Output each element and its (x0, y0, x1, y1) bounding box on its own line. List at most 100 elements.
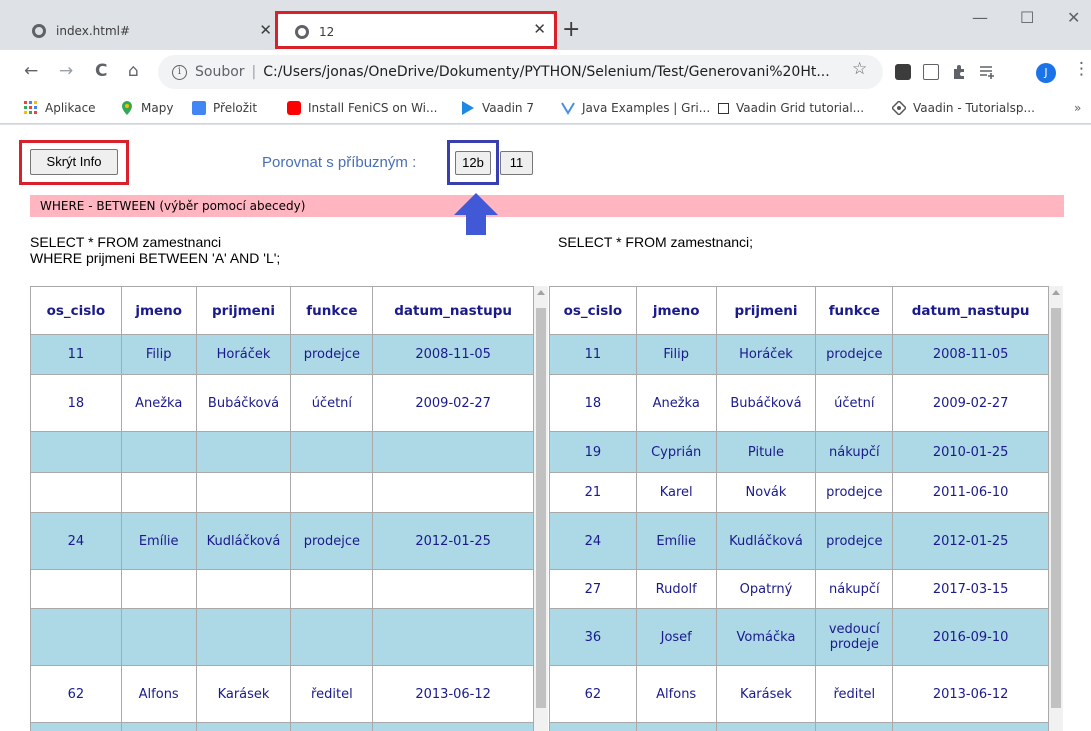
table-cell-prijmeni (715, 722, 817, 731)
table-cell-jmeno: Josef (635, 608, 717, 666)
minimize-button[interactable]: — (972, 8, 988, 27)
bookmark-item[interactable]: Java Examples | Gri... (561, 101, 710, 115)
scroll-up-icon[interactable] (537, 290, 545, 295)
puzzle-icon[interactable] (951, 64, 967, 80)
left-table: os_cislo jmeno prijmeni funkce datum_nas… (30, 286, 534, 731)
menu-icon[interactable]: ⋮ (1073, 60, 1090, 78)
reading-list-icon[interactable] (979, 64, 995, 80)
table-cell-prijmeni: Vomáčka (715, 608, 817, 666)
table-row: 24 Emílie Kudláčková prodejce 2012-01-25 (549, 512, 1049, 570)
left-scrollbar[interactable] (534, 286, 548, 731)
table-row: 18 Anežka Bubáčková účetní 2009-02-27 (30, 374, 534, 432)
star-icon[interactable]: ☆ (852, 60, 867, 78)
table-cell-prijmeni: Bubáčková (195, 374, 292, 432)
info-icon[interactable]: i (172, 64, 187, 80)
table-row: 62 Alfons Karásek ředitel 2013-06-12 (549, 665, 1049, 723)
table-cell-os_cislo (30, 472, 122, 513)
table-cell-os_cislo: 21 (549, 472, 637, 513)
avatar[interactable]: J (1036, 63, 1056, 83)
table-cell-jmeno (120, 472, 197, 513)
table-cell-jmeno: Karel (635, 472, 717, 513)
forward-icon[interactable]: → (59, 62, 73, 80)
active-tab-highlight (275, 11, 557, 49)
bookmark-item[interactable]: Aplikace (24, 101, 96, 115)
bookmark-label: Aplikace (45, 101, 96, 115)
table-cell-prijmeni: Horáček (195, 334, 292, 375)
toolbar: ← → C ⌂ i Soubor | C:/Users/jonas/OneDri… (0, 50, 1091, 94)
scroll-thumb[interactable] (536, 308, 546, 708)
table-cell-prijmeni: Kudláčková (715, 512, 817, 570)
column-header: prijmeni (715, 286, 817, 335)
table-cell-os_cislo: 27 (549, 569, 637, 609)
table-row (30, 431, 534, 473)
table-cell-funkce: vedoucí prodeje (815, 608, 894, 666)
bookmark-item[interactable]: Mapy (120, 101, 173, 115)
close-tab-icon[interactable]: ✕ (259, 22, 272, 38)
scroll-thumb[interactable] (1051, 308, 1061, 708)
home-icon[interactable]: ⌂ (128, 62, 139, 80)
bookmark-item[interactable]: Install FeniCS on Wi... (287, 101, 437, 115)
new-tab-button[interactable]: + (562, 18, 580, 42)
extension-icon[interactable] (895, 64, 911, 80)
window-close-button[interactable]: ✕ (1067, 8, 1080, 27)
table-cell-datum_nastupu (372, 431, 534, 473)
table-cell-datum_nastupu (372, 608, 534, 666)
table-cell-datum_nastupu: 2009-02-27 (372, 374, 534, 432)
address-bar[interactable]: i Soubor | C:/Users/jonas/OneDrive/Dokum… (158, 55, 883, 89)
table-cell-funkce: prodejce (815, 472, 894, 513)
bookmark-item[interactable]: Vaadin 7 (461, 101, 534, 115)
bookmark-item[interactable]: Přeložit (192, 101, 257, 115)
table-cell-datum_nastupu: 2013-06-12 (372, 665, 534, 723)
arrow-up-icon (454, 193, 498, 235)
bookmark-item[interactable]: Vaadin Grid tutorial... (718, 101, 864, 115)
table-cell-datum_nastupu (372, 472, 534, 513)
table-cell-prijmeni: Opatrný (715, 569, 817, 609)
java-examples-icon (561, 101, 575, 115)
right-table-container[interactable]: os_cislo jmeno prijmeni funkce datum_nas… (549, 286, 1064, 731)
compare-label: Porovnat s příbuzným : (262, 154, 417, 171)
table-cell-os_cislo (30, 431, 122, 473)
table-cell-prijmeni: Kudláčková (195, 512, 292, 570)
table-row: 11 Filip Horáček prodejce 2008-11-05 (30, 334, 534, 375)
table-cell-prijmeni: Karásek (715, 665, 817, 723)
bookmarks-bar: Aplikace Mapy Přeložit Install FeniCS on… (0, 94, 1091, 124)
table-cell-prijmeni: Pitule (715, 431, 817, 473)
table-cell-jmeno: Filip (635, 334, 717, 375)
table-cell-jmeno: Filip (120, 334, 197, 375)
column-header: jmeno (120, 286, 197, 335)
page-content: Skrýt Info Porovnat s příbuzným : 12b 11… (0, 125, 1091, 731)
table-cell-funkce: účetní (815, 374, 894, 432)
maximize-button[interactable]: ☐ (1020, 8, 1034, 27)
table-cell-jmeno: Anežka (635, 374, 717, 432)
bookmark-item[interactable]: Vaadin - Tutorialsp... (890, 99, 1035, 117)
scroll-up-icon[interactable] (1052, 290, 1060, 295)
table-cell-datum_nastupu: 2008-11-05 (892, 334, 1049, 375)
table-row (549, 722, 1049, 731)
info-button-highlight (19, 140, 129, 185)
reload-icon[interactable]: C (95, 62, 107, 80)
table-cell-datum_nastupu: 2011-06-10 (892, 472, 1049, 513)
table-cell-funkce: nákupčí (815, 431, 894, 473)
table-cell-jmeno (120, 569, 197, 609)
table-cell-prijmeni (195, 569, 292, 609)
reader-icon[interactable] (923, 64, 939, 80)
more-bookmarks-button[interactable]: » (1074, 101, 1081, 115)
table-cell-funkce: ředitel (290, 665, 374, 723)
table-cell-prijmeni: Karásek (195, 665, 292, 723)
column-header: prijmeni (195, 286, 292, 335)
table-cell-os_cislo: 62 (30, 665, 122, 723)
url-scheme: Soubor (195, 64, 245, 80)
left-table-container[interactable]: os_cislo jmeno prijmeni funkce datum_nas… (30, 286, 548, 731)
table-cell-funkce: nákupčí (815, 569, 894, 609)
tab-index[interactable]: index.html# ✕ (18, 14, 280, 47)
right-scrollbar[interactable] (1049, 286, 1063, 731)
diamond-icon (890, 99, 908, 117)
column-header: funkce (290, 286, 374, 335)
table-row (30, 472, 534, 513)
table-cell-datum_nastupu (372, 569, 534, 609)
table-cell-funkce: prodejce (290, 334, 374, 375)
back-icon[interactable]: ← (24, 62, 38, 80)
table-cell-jmeno: Emílie (120, 512, 197, 570)
apps-grid-icon (24, 101, 38, 115)
compare-button-11[interactable]: 11 (500, 151, 533, 175)
